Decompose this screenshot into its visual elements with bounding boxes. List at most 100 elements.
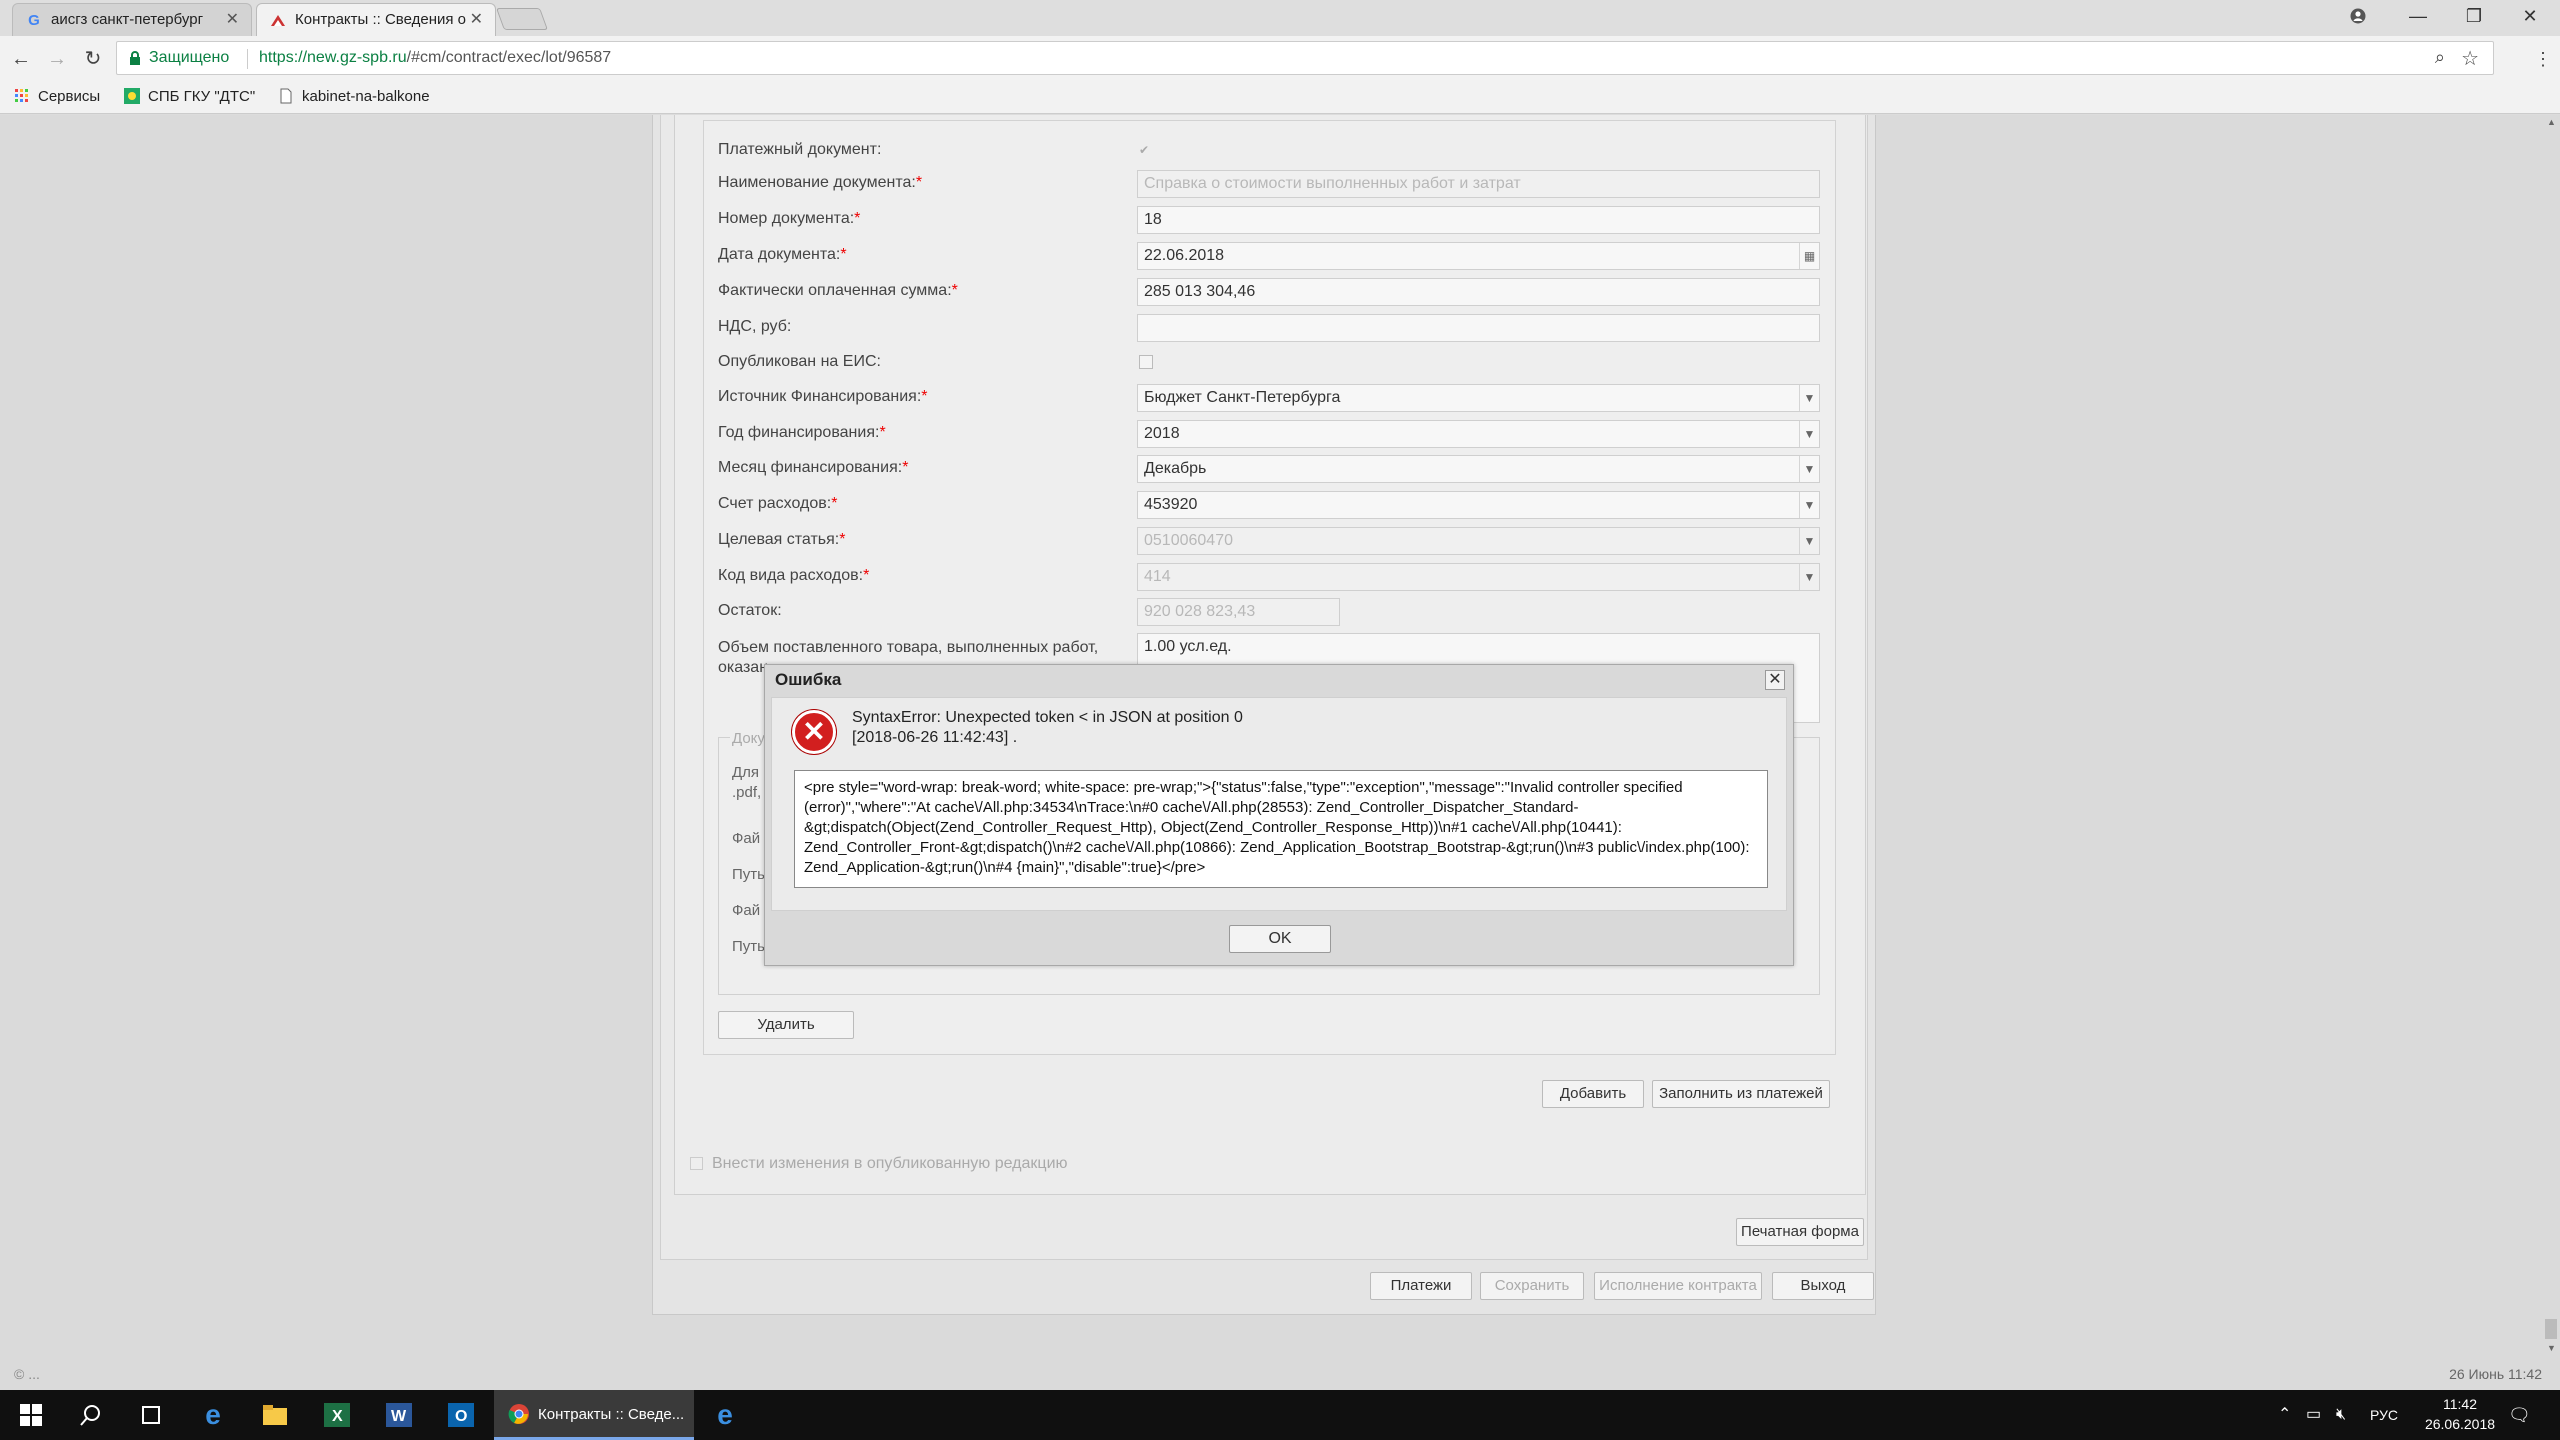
ie-icon[interactable]: e (694, 1390, 756, 1440)
label-doc-number: Номер документа:* (718, 210, 861, 227)
bookmark-dts[interactable]: СПБ ГКУ "ДТС" (124, 88, 255, 105)
label-funding-year: Год финансирования:* (718, 424, 886, 441)
funding-source-select[interactable]: Бюджет Санкт-Петербурга ▼ (1137, 384, 1820, 412)
payments-button[interactable]: Платежи (1370, 1272, 1472, 1300)
chevron-down-icon: ▼ (1799, 564, 1819, 590)
add-button[interactable]: Добавить (1542, 1080, 1644, 1108)
windows-start-icon[interactable] (0, 1390, 62, 1440)
clock-time: 11:42 (2443, 1396, 2477, 1412)
vat-field[interactable] (1137, 314, 1820, 342)
url-host: https://new.gz-spb.ru (259, 49, 407, 66)
page-icon (280, 88, 292, 104)
label-paid-sum: Фактически оплаченная сумма:* (718, 282, 958, 299)
label-balance: Остаток: (718, 602, 782, 619)
bookmark-star-icon[interactable]: ☆ (2461, 46, 2479, 71)
reload-icon[interactable]: ↻ (78, 44, 108, 74)
new-tab-button[interactable] (495, 8, 549, 30)
network-icon[interactable]: ▭ (2306, 1390, 2321, 1440)
address-bar[interactable]: Защищено https://new.gz-spb.ru/#cm/contr… (116, 41, 2494, 75)
close-tab-icon[interactable]: ✕ (470, 4, 483, 36)
file-explorer-icon[interactable] (244, 1390, 306, 1440)
menu-icon[interactable]: ⋮ (2528, 44, 2558, 74)
label-published: Опубликован на ЕИС: (718, 353, 881, 370)
bookmark-kabinet[interactable]: kabinet-na-balkone (278, 88, 430, 105)
restore-icon[interactable]: ❐ (2446, 0, 2502, 32)
tab-contracts[interactable]: Контракты :: Сведения о ✕ (256, 3, 496, 36)
select-value: Декабрь (1144, 460, 1207, 477)
task-view-icon[interactable] (120, 1390, 182, 1440)
browser-tab-strip: G аисгз санкт-петербург ✕ Контракты :: С… (0, 0, 2560, 36)
exit-button[interactable]: Выход (1772, 1272, 1874, 1300)
expense-kind-select[interactable]: 414 ▼ (1137, 563, 1820, 591)
documents-hint-2: .pdf, (732, 784, 762, 801)
language-indicator[interactable]: РУС (2370, 1390, 2398, 1440)
fill-from-payments-button[interactable]: Заполнить из платежей (1652, 1080, 1830, 1108)
bookmark-label: kabinet-na-balkone (302, 88, 430, 105)
tab-search[interactable]: G аисгз санкт-петербург ✕ (12, 3, 252, 36)
chevron-down-icon[interactable]: ▼ (1799, 492, 1819, 518)
scrollbar-thumb[interactable] (2545, 1319, 2557, 1339)
doc-number-field[interactable]: 18 (1137, 206, 1820, 234)
label-funding-source: Источник Финансирования:* (718, 388, 928, 405)
label-expense-account: Счет расходов:* (718, 495, 838, 512)
search-icon[interactable] (60, 1390, 122, 1440)
file-label: Фай (732, 830, 761, 847)
select-value: 2018 (1144, 425, 1180, 442)
doc-name-field[interactable]: Справка о стоимости выполненных работ и … (1137, 170, 1820, 198)
doc-date-field[interactable]: 22.06.2018 ▦ (1137, 242, 1820, 270)
google-icon: G (28, 12, 40, 29)
divider (247, 49, 248, 69)
publish-changes-checkbox[interactable] (690, 1157, 703, 1170)
svg-text:W: W (391, 1408, 407, 1425)
windows-taskbar: e X W O Контракты :: Сведе... e ⌃ ▭ 🔇︎ Р… (0, 1390, 2560, 1440)
apps-icon (15, 89, 28, 102)
funding-month-select[interactable]: Декабрь ▼ (1137, 455, 1820, 483)
delete-button[interactable]: Удалить (718, 1011, 854, 1039)
back-icon[interactable]: ← (6, 44, 36, 74)
expense-account-select[interactable]: 453920 ▼ (1137, 491, 1820, 519)
label-funding-month: Месяц финансирования:* (718, 459, 909, 476)
chevron-down-icon[interactable]: ▼ (1799, 421, 1819, 447)
forward-icon[interactable]: → (42, 44, 72, 74)
volume-icon[interactable]: 🔇︎ (2336, 1390, 2346, 1440)
zoom-icon[interactable]: ⌕ (2435, 47, 2445, 68)
close-icon[interactable]: ✕ (1765, 670, 1785, 690)
label-doc-date: Дата документа:* (718, 246, 847, 263)
bookmark-services[interactable]: Сервисы (14, 88, 100, 105)
svg-text:X: X (332, 1408, 343, 1425)
clock[interactable]: 11:42 26.06.2018 (2420, 1394, 2500, 1434)
paid-sum-field[interactable]: 285 013 304,46 (1137, 278, 1820, 306)
tray-chevron-icon[interactable]: ⌃ (2278, 1390, 2291, 1440)
published-checkbox[interactable] (1139, 355, 1153, 369)
payment-doc-checkbox[interactable]: ✔ (1139, 143, 1153, 157)
chevron-down-icon[interactable]: ▼ (1799, 385, 1819, 411)
outlook-icon[interactable]: O (430, 1390, 492, 1440)
print-form-button[interactable]: Печатная форма (1736, 1218, 1864, 1246)
chrome-icon (508, 1404, 529, 1424)
target-article-select[interactable]: 0510060470 ▼ (1137, 527, 1820, 555)
word-icon[interactable]: W (368, 1390, 430, 1440)
excel-icon[interactable]: X (306, 1390, 368, 1440)
tab-label: аисгз санкт-петербург (51, 11, 204, 28)
funding-year-select[interactable]: 2018 ▼ (1137, 420, 1820, 448)
taskbar-chrome-window[interactable]: Контракты :: Сведе... (494, 1390, 694, 1440)
chevron-down-icon[interactable]: ▼ (1799, 456, 1819, 482)
dialog-title: Ошибка (775, 670, 842, 689)
profile-icon[interactable] (2330, 0, 2386, 32)
bookmark-label: Сервисы (38, 88, 101, 105)
bookmarks-bar: Сервисы СПБ ГКУ "ДТС" kabinet-na-balkone (0, 82, 2560, 114)
edge-icon[interactable]: e (182, 1390, 244, 1440)
minimize-icon[interactable]: — (2390, 0, 2446, 32)
save-button[interactable]: Сохранить (1480, 1272, 1584, 1300)
page-scrollbar[interactable]: ▲ ▼ (2542, 115, 2560, 1360)
documents-hint-1: Для (732, 764, 760, 781)
calendar-icon[interactable]: ▦ (1799, 243, 1819, 269)
contract-execution-button[interactable]: Исполнение контракта (1594, 1272, 1762, 1300)
notifications-icon[interactable]: 🗨︎ (2508, 1390, 2531, 1440)
select-value: 0510060470 (1144, 532, 1233, 549)
ok-button[interactable]: OK (1229, 925, 1331, 953)
close-tab-icon[interactable]: ✕ (226, 4, 239, 36)
url-text[interactable]: https://new.gz-spb.ru/#cm/contract/exec/… (259, 49, 611, 67)
close-window-icon[interactable]: ✕ (2502, 0, 2558, 32)
svg-text:O: O (455, 1408, 467, 1425)
